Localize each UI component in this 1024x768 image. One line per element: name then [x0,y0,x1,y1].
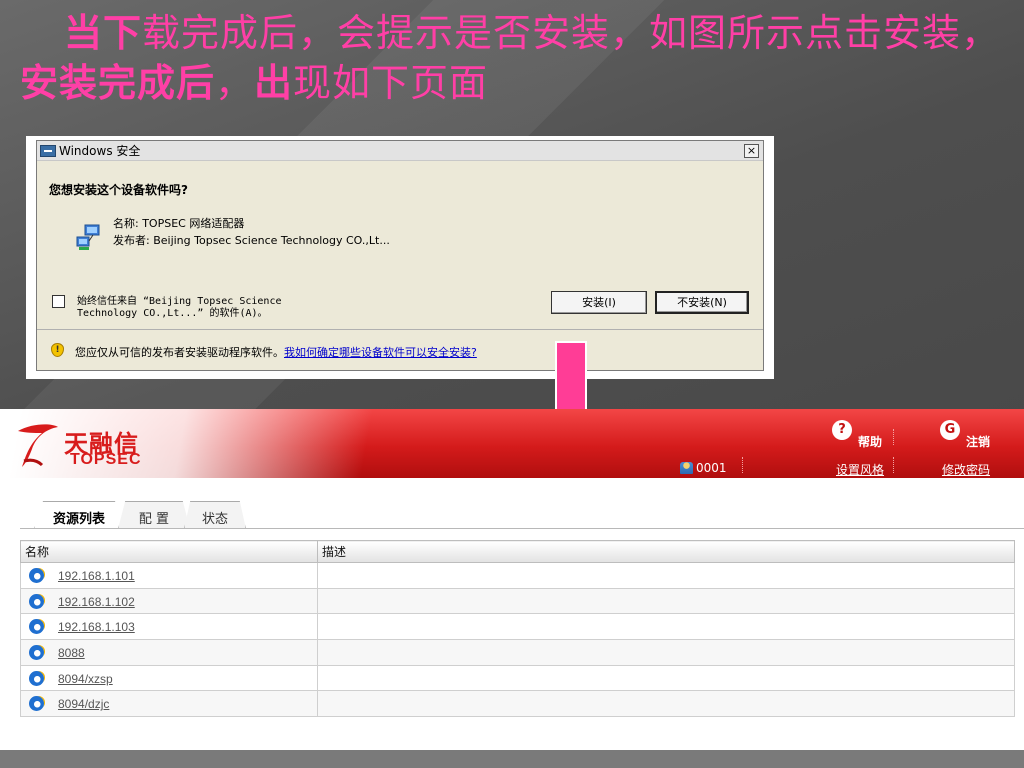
title-part-4: ， [215,61,255,105]
column-header-name[interactable]: 名称 [20,540,318,563]
current-user: 0001 [680,461,727,475]
dialog-screenshot: Windows 安全 × 您想安装这个设备软件吗? 名称: TOPSEC 网络适… [26,136,774,379]
network-device-icon [76,224,100,250]
resource-name-cell: 192.168.1.101 [20,562,318,589]
device-name: 名称: TOPSEC 网络适配器 [113,217,245,230]
device-publisher: 发布者: Beijing Topsec Science Technology C… [113,234,390,247]
table-row: 192.168.1.103 [20,613,1015,641]
warning-shield-icon: ! [51,343,64,357]
table-row: 8094/dzjc [20,690,1015,718]
resource-description-cell [317,639,1015,666]
title-part-5: 出 [254,61,294,105]
table-row: 192.168.1.101 [20,562,1015,589]
app-header: 天融信 TOPSEC 0001 ? 帮助 G 注销 设置风格 修改密码 [0,409,1024,478]
title-part-6: 现如下页面 [293,61,489,105]
dialog-question: 您想安装这个设备软件吗? [49,183,188,197]
logout-link[interactable]: 注销 [966,433,990,450]
resource-description-cell [317,587,1015,615]
tab-status[interactable]: 状态 [184,501,246,529]
trust-label-line-2: Technology CO.,Lt...” 的软件(A)。 [77,308,268,319]
safe-install-help-link[interactable]: 我如何确定哪些设备软件可以安全安装? [284,346,477,359]
resource-name-cell: 8094/xzsp [20,664,318,692]
table-row: 8094/xzsp [20,664,1015,692]
ie-icon [29,696,44,712]
resource-link[interactable]: 8088 [58,646,85,660]
dialog-title: Windows 安全 [59,144,141,158]
topsec-app-screenshot: 天融信 TOPSEC 0001 ? 帮助 G 注销 设置风格 修改密码 资源列表… [0,409,1024,750]
slide-title: 当下载完成后，会提示是否安装，如图所示点击安装， 安装完成后，出现如下页面 [20,8,1010,108]
tab-resource-list[interactable]: 资源列表 [34,501,124,529]
title-part-2: 载完成后，会提示是否安装，如图所示点击安装， [142,11,1001,55]
user-icon [680,462,693,474]
table-row: 8088 [20,639,1015,666]
trust-checkbox-label[interactable]: 始终信任来自 “Beijing Topsec Science Technolog… [77,296,282,320]
topsec-swoosh-icon [18,424,58,467]
title-part-1: 当下 [64,11,143,55]
trust-label-line-1: 始终信任来自 “Beijing Topsec Science [77,296,282,307]
resource-description-cell [317,664,1015,692]
title-part-3: 安装完成后 [20,61,216,105]
dont-install-button[interactable]: 不安装(N) [655,291,749,314]
warning-text: 您应仅从可信的发布者安装驱动程序软件。 [75,346,284,359]
resource-name-cell: 8088 [20,639,318,666]
windows-security-dialog: Windows 安全 × 您想安装这个设备软件吗? 名称: TOPSEC 网络适… [36,140,764,371]
user-id: 0001 [696,461,727,475]
table-header-row: 名称 描述 [20,540,1015,563]
table-row: 192.168.1.102 [20,587,1015,615]
help-icon[interactable]: ? [832,420,852,440]
logout-icon[interactable]: G [940,420,960,440]
column-header-description[interactable]: 描述 [317,540,1015,563]
resource-description-cell [317,613,1015,641]
ie-icon [29,593,44,609]
set-style-link[interactable]: 设置风格 [836,461,884,478]
resource-name-cell: 192.168.1.103 [20,613,318,641]
resource-name-cell: 8094/dzjc [20,690,318,718]
resource-table: 名称 描述 192.168.1.101 192.168.1.102 192.16… [20,540,1015,718]
warning-message: 您应仅从可信的发布者安装驱动程序软件。我如何确定哪些设备软件可以安全安装? [75,344,477,360]
resource-name-cell: 192.168.1.102 [20,587,318,615]
close-icon[interactable]: × [744,144,759,158]
help-link[interactable]: 帮助 [858,433,882,450]
header-separator [893,429,894,445]
tab-config[interactable]: 配 置 [118,501,190,529]
resource-link[interactable]: 8094/dzjc [58,697,109,711]
logo-english-text: TOPSEC [70,451,142,468]
header-separator [893,457,894,473]
resource-description-cell [317,562,1015,589]
resource-link[interactable]: 192.168.1.102 [58,595,135,609]
resource-link[interactable]: 8094/xzsp [58,672,113,686]
change-password-link[interactable]: 修改密码 [942,461,990,478]
windows-icon [40,144,56,157]
ie-icon [29,644,44,660]
resource-link[interactable]: 192.168.1.103 [58,620,135,634]
dialog-divider [37,329,763,330]
install-button[interactable]: 安装(I) [551,291,647,314]
resource-link[interactable]: 192.168.1.101 [58,569,135,583]
topsec-logo: 天融信 TOPSEC [12,421,202,471]
ie-icon [29,670,44,686]
slide-bottom-band [0,750,1024,768]
header-separator [742,457,743,473]
tab-underline [20,528,1024,529]
resource-description-cell [317,690,1015,718]
ie-icon [29,619,44,635]
dialog-titlebar: Windows 安全 × [37,141,763,161]
ie-icon [29,567,44,583]
trust-checkbox[interactable] [52,295,65,308]
